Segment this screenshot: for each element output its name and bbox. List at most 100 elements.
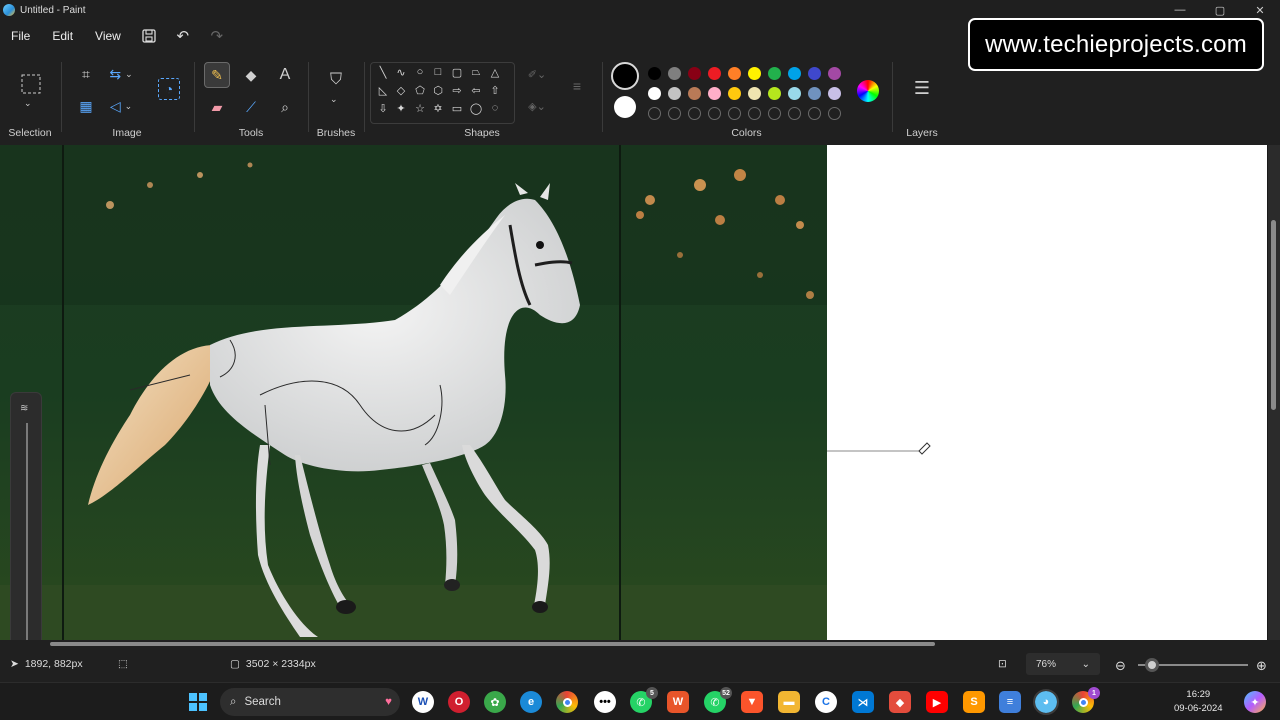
app-icon-w[interactable]: W — [412, 691, 434, 713]
fill-icon[interactable]: ◈⌄ — [524, 98, 550, 114]
four-point-star-shape-icon[interactable]: ✦ — [393, 102, 409, 115]
system-clock[interactable]: 16:29 09-06-2024 — [1174, 688, 1223, 716]
primary-color-swatch[interactable] — [611, 62, 639, 90]
chrome-profile-icon[interactable]: 1 — [1072, 687, 1100, 713]
color-swatch[interactable] — [748, 67, 761, 80]
edit-colors-icon[interactable] — [857, 80, 879, 102]
color-swatch[interactable] — [808, 67, 821, 80]
color-swatch[interactable] — [668, 87, 681, 100]
menu-file[interactable]: File — [0, 20, 41, 52]
color-swatch[interactable] — [648, 87, 661, 100]
edge-icon[interactable]: e — [520, 691, 542, 713]
color-swatch[interactable] — [768, 87, 781, 100]
color-swatch[interactable] — [728, 67, 741, 80]
maximize-button[interactable]: ▢ — [1200, 0, 1240, 20]
zoom-out-icon[interactable]: ⊖ — [1115, 658, 1126, 674]
custom-color-slot[interactable] — [668, 107, 681, 120]
shape-size-icon[interactable]: ≡ — [566, 76, 588, 96]
zoom-in-icon[interactable]: ⊕ — [1256, 658, 1267, 674]
menu-edit[interactable]: Edit — [41, 20, 84, 52]
triangle-shape-icon[interactable]: △ — [487, 66, 503, 79]
color-swatch[interactable] — [688, 87, 701, 100]
color-swatch[interactable] — [668, 67, 681, 80]
color-swatch[interactable] — [708, 67, 721, 80]
custom-color-slot[interactable] — [648, 107, 661, 120]
color-swatch[interactable] — [748, 87, 761, 100]
color-swatch[interactable] — [828, 87, 841, 100]
color-swatch[interactable] — [768, 67, 781, 80]
menu-view[interactable]: View — [84, 20, 132, 52]
youtube-icon[interactable]: ▶ — [926, 691, 948, 713]
undo-icon[interactable]: ↶ — [166, 20, 200, 52]
polygon-shape-icon[interactable]: ⏢ — [468, 66, 484, 79]
hexagon-shape-icon[interactable]: ⬡ — [430, 84, 446, 97]
down-arrow-shape-icon[interactable]: ⇩ — [375, 102, 391, 115]
vertical-scroll-thumb[interactable] — [1271, 220, 1276, 410]
horse-photo-image[interactable] — [0, 145, 827, 640]
color-swatch[interactable] — [788, 67, 801, 80]
callout-cloud-shape-icon[interactable]: ◌ — [487, 102, 503, 114]
zoom-slider-knob[interactable] — [1145, 658, 1159, 672]
brush-size-slider[interactable]: ≋ — [10, 392, 42, 640]
zoom-dropdown[interactable]: 76% ⌄ — [1026, 653, 1100, 675]
app-icon-w-orange[interactable]: W — [667, 691, 689, 713]
custom-color-slot[interactable] — [808, 107, 821, 120]
rounded-rectangle-shape-icon[interactable]: ▢ — [449, 66, 465, 79]
notepad-icon[interactable]: ≡ — [999, 691, 1021, 713]
layers-icon[interactable]: ☰ — [910, 76, 934, 100]
custom-color-slot[interactable] — [748, 107, 761, 120]
white-drawing-canvas[interactable] — [827, 145, 1267, 640]
redo-icon[interactable]: ↷ — [200, 20, 234, 52]
custom-color-slot[interactable] — [708, 107, 721, 120]
horizontal-scrollbar[interactable] — [0, 640, 1280, 648]
app-icon-green[interactable]: ✿ — [484, 691, 506, 713]
color-swatch[interactable] — [808, 87, 821, 100]
left-arrow-shape-icon[interactable]: ⇦ — [468, 84, 484, 97]
color-swatch[interactable] — [688, 67, 701, 80]
vscode-icon[interactable]: ⋊ — [852, 691, 874, 713]
callout-oval-shape-icon[interactable]: ◯ — [468, 102, 484, 115]
callout-rect-shape-icon[interactable]: ▭ — [449, 102, 465, 115]
app-icon-dots[interactable]: ••• — [594, 691, 616, 713]
whatsapp-icon[interactable]: ✆ 5 — [630, 687, 658, 713]
app-icon-c[interactable]: C — [815, 691, 837, 713]
six-point-star-shape-icon[interactable]: ✡ — [430, 102, 446, 115]
copilot-icon[interactable]: ✦ — [1244, 691, 1266, 713]
diamond-shape-icon[interactable]: ◇ — [393, 84, 409, 97]
pentagon-shape-icon[interactable]: ⬠ — [412, 84, 428, 97]
five-point-star-shape-icon[interactable]: ☆ — [412, 102, 428, 115]
brave-icon[interactable]: ▼ — [741, 691, 763, 713]
outline-icon[interactable]: ✐⌄ — [524, 66, 550, 82]
secondary-color-swatch[interactable] — [614, 96, 636, 118]
right-arrow-shape-icon[interactable]: ⇨ — [449, 84, 465, 97]
custom-color-slot[interactable] — [788, 107, 801, 120]
custom-color-slot[interactable] — [728, 107, 741, 120]
up-arrow-shape-icon[interactable]: ⇧ — [487, 84, 503, 97]
paint-taskbar-icon[interactable]: ◕ — [1033, 689, 1059, 715]
line-shape-icon[interactable]: ╲ — [375, 66, 391, 79]
vertical-scrollbar[interactable] — [1268, 145, 1280, 640]
sublime-icon[interactable]: S — [963, 691, 985, 713]
file-explorer-icon[interactable]: ▬ — [778, 691, 800, 713]
minimize-button[interactable]: — — [1160, 0, 1200, 20]
custom-color-slot[interactable] — [768, 107, 781, 120]
opera-icon[interactable]: O — [448, 691, 470, 713]
color-swatch[interactable] — [648, 67, 661, 80]
rectangle-shape-icon[interactable]: □ — [430, 66, 446, 78]
color-swatch[interactable] — [828, 67, 841, 80]
windows-start-icon[interactable] — [187, 691, 209, 713]
right-triangle-shape-icon[interactable]: ◺ — [375, 84, 391, 97]
horizontal-scroll-thumb[interactable] — [50, 642, 935, 646]
curve-shape-icon[interactable]: ∿ — [393, 66, 409, 79]
fit-to-window-icon[interactable]: ⊡ — [998, 658, 1007, 670]
canvas-area[interactable]: ≋ — [0, 145, 1280, 640]
whatsapp-business-icon[interactable]: ✆ 52 — [704, 687, 732, 713]
chrome-icon[interactable] — [556, 691, 578, 713]
close-button[interactable]: ✕ — [1240, 0, 1280, 20]
custom-color-slot[interactable] — [688, 107, 701, 120]
app-icon-red[interactable]: ◆ — [889, 691, 911, 713]
color-swatch[interactable] — [728, 87, 741, 100]
oval-shape-icon[interactable]: ○ — [412, 66, 428, 78]
save-icon[interactable] — [132, 20, 166, 52]
color-swatch[interactable] — [708, 87, 721, 100]
